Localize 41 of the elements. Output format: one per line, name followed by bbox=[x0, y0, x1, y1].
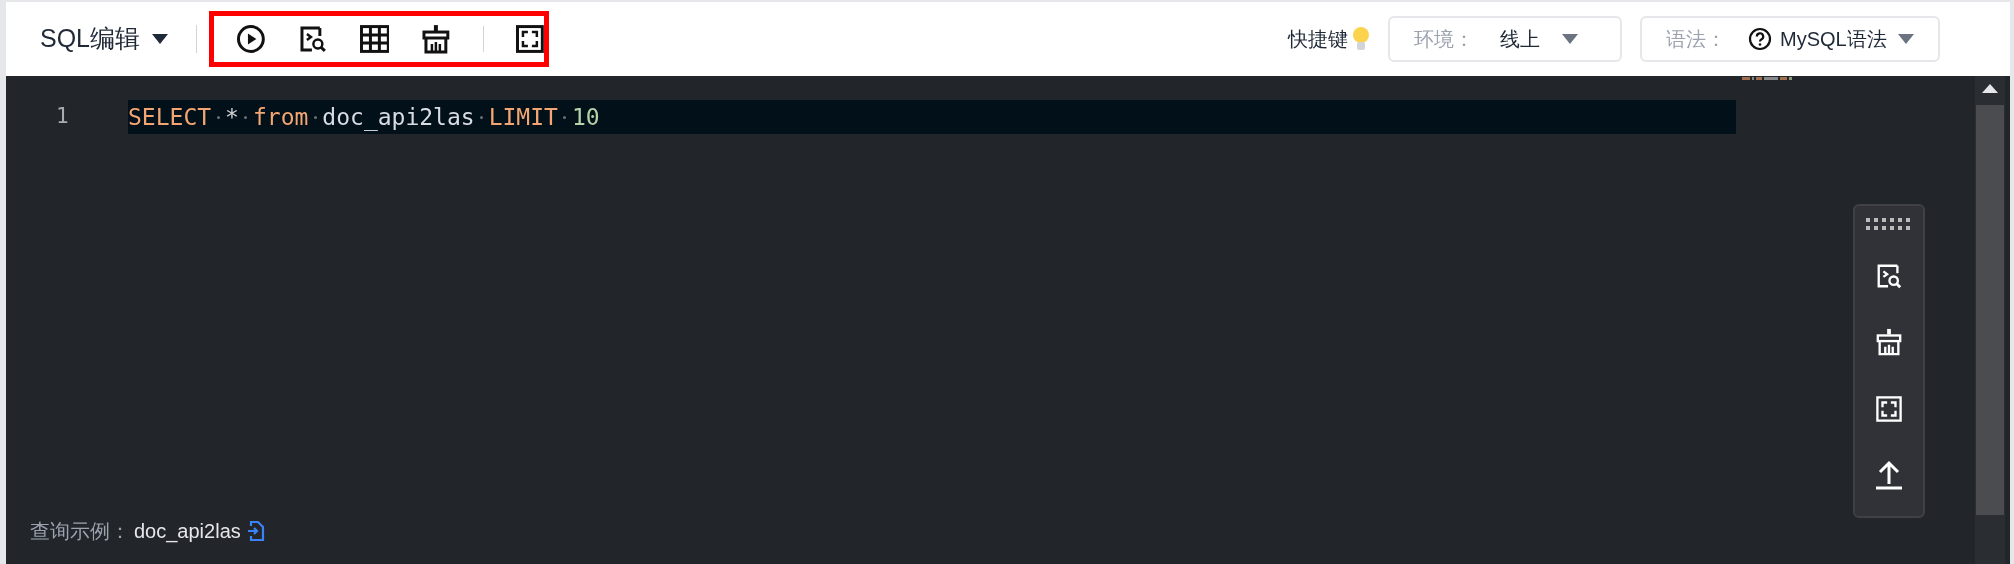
example-link[interactable]: doc_api2las bbox=[134, 516, 241, 546]
drag-handle-icon[interactable] bbox=[1866, 218, 1912, 232]
caret-icon bbox=[1898, 34, 1914, 44]
line-number: 1 bbox=[55, 103, 70, 131]
code-token: doc_api2las bbox=[322, 102, 475, 133]
environment-select[interactable]: 环境： 线上 bbox=[1388, 16, 1622, 62]
environment-label: 环境： bbox=[1414, 27, 1474, 52]
whitespace-marker bbox=[244, 115, 248, 119]
fullscreen-icon[interactable] bbox=[516, 25, 545, 53]
whitespace-marker bbox=[563, 115, 567, 119]
table-icon[interactable] bbox=[359, 25, 390, 53]
code-search-icon[interactable] bbox=[297, 24, 328, 54]
code-token: 10 bbox=[571, 102, 600, 132]
upload-icon[interactable] bbox=[1875, 460, 1903, 490]
example-label: 查询示例： bbox=[30, 519, 130, 544]
scrollbar-thumb[interactable] bbox=[1976, 105, 2004, 515]
shortcuts-link[interactable]: 快捷键 bbox=[1288, 24, 1348, 54]
brush-icon[interactable] bbox=[421, 24, 452, 54]
whitespace-marker bbox=[216, 115, 220, 119]
scrollbar[interactable] bbox=[1975, 76, 2005, 564]
whitespace-marker bbox=[313, 115, 317, 119]
code-token: from bbox=[252, 102, 309, 132]
syntax-label: 语法： bbox=[1666, 27, 1726, 52]
code-editor[interactable]: 1 SELECT * from doc_api2las LIMIT 10 查询示例： doc_api2las bbox=[6, 76, 2010, 564]
syntax-value: MySQL语法 bbox=[1780, 27, 1887, 52]
scroll-up-icon[interactable] bbox=[1982, 84, 1998, 93]
code-token: LIMIT bbox=[488, 102, 558, 132]
play-icon[interactable] bbox=[236, 24, 266, 54]
help-icon bbox=[1748, 27, 1772, 51]
lightbulb-icon bbox=[1352, 25, 1370, 53]
caret-icon bbox=[152, 34, 169, 44]
brush-icon[interactable] bbox=[1875, 328, 1903, 356]
whitespace-marker bbox=[480, 115, 484, 119]
caret-icon bbox=[1562, 34, 1578, 44]
environment-value: 线上 bbox=[1500, 27, 1540, 52]
code-search-icon[interactable] bbox=[1875, 262, 1903, 290]
code-token: * bbox=[225, 102, 239, 132]
editor-mode-dropdown[interactable]: SQL编辑 bbox=[40, 20, 169, 58]
insert-icon[interactable] bbox=[246, 520, 265, 542]
syntax-select[interactable]: 语法： MySQL语法 bbox=[1640, 16, 1940, 62]
code-token: SELECT bbox=[128, 102, 212, 132]
